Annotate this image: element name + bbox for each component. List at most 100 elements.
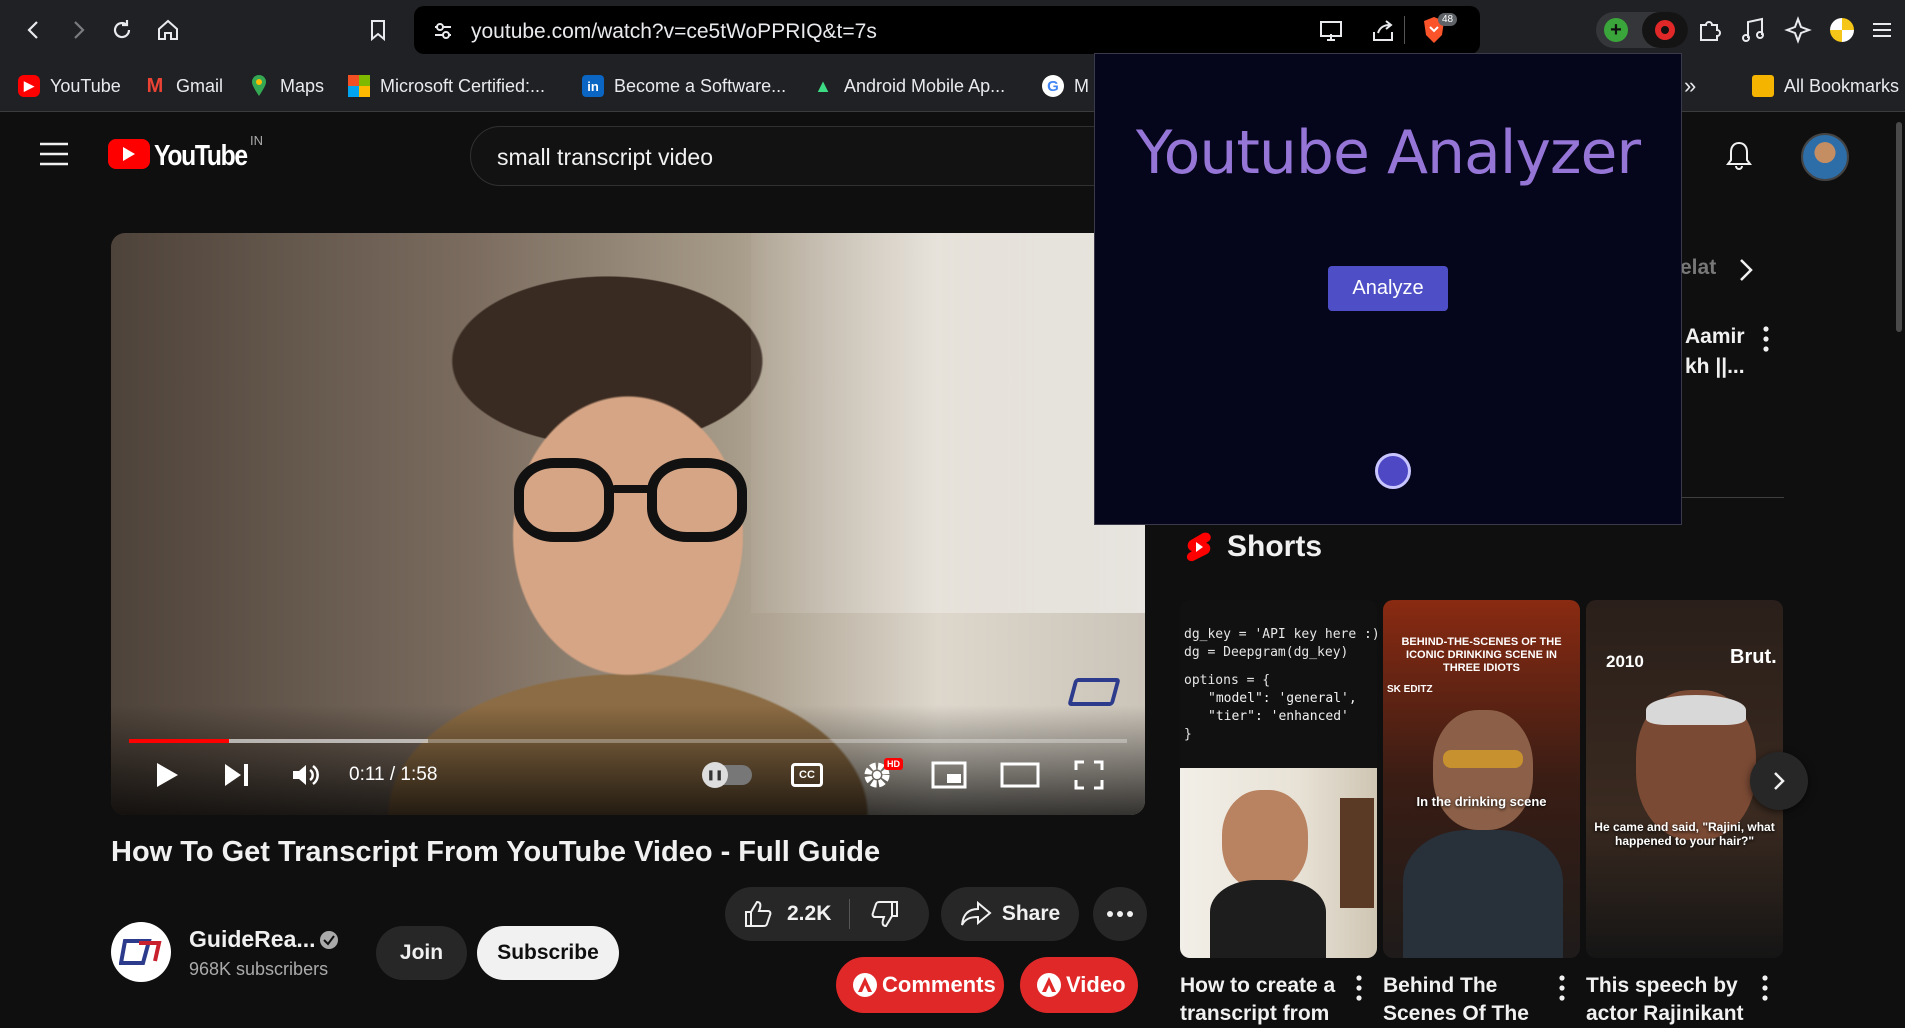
music-note-icon[interactable] [1740, 16, 1766, 44]
home-button[interactable] [152, 14, 184, 46]
short-tag: SK EDITZ [1387, 684, 1433, 695]
bookmarks-overflow-chevron-icon[interactable]: » [1684, 70, 1696, 102]
sidebar-video-title[interactable]: Aamir kh ||... [1685, 322, 1745, 382]
fullscreen-button[interactable] [1069, 755, 1109, 795]
plus-extension-icon[interactable]: + [1604, 18, 1628, 42]
volume-button[interactable] [287, 755, 327, 795]
controls-gradient [111, 705, 1145, 815]
captions-button[interactable]: CC [787, 755, 827, 795]
home-icon [158, 19, 178, 40]
dislike-button[interactable] [870, 899, 900, 929]
code-line: dg = Deepgram(dg_key) [1184, 645, 1349, 660]
progress-bar[interactable] [129, 739, 1127, 743]
like-dislike-group: 2.2K [725, 887, 929, 941]
short-title-line: transcript from [1180, 1002, 1330, 1025]
bookmark-youtube[interactable]: ▶ YouTube [18, 70, 121, 102]
sidebar-video-title-line: kh ||... [1685, 355, 1745, 378]
bookmark-microsoft[interactable]: Microsoft Certified:... [348, 70, 545, 102]
bookmark-google[interactable]: G M [1042, 70, 1089, 102]
reload-icon [113, 20, 131, 39]
autoplay-toggle[interactable]: ❚❚ [701, 755, 755, 795]
video-analyze-button[interactable]: Video [1020, 957, 1138, 1013]
bookmark-gmail[interactable]: M Gmail [144, 70, 223, 102]
cast-icon[interactable] [1318, 19, 1344, 43]
share-page-icon[interactable] [1370, 18, 1396, 44]
bookmark-label: M [1074, 75, 1089, 96]
channel-name[interactable]: GuideRea... [189, 926, 316, 953]
video-player[interactable]: 0:11 / 1:58 ❚❚ CC HD [111, 233, 1145, 815]
analyze-button[interactable]: Analyze [1328, 266, 1448, 311]
leo-ai-icon[interactable] [1784, 16, 1812, 44]
bookmark-linkedin[interactable]: in Become a Software... [582, 70, 786, 102]
all-bookmarks-button[interactable]: All Bookmarks [1752, 70, 1899, 102]
short-title[interactable]: How to create a transcript from [1180, 972, 1350, 1028]
next-button[interactable] [217, 755, 257, 795]
share-button[interactable]: Share [941, 887, 1079, 941]
person-hair [1646, 695, 1746, 725]
back-button[interactable] [18, 14, 50, 46]
person-hoodie [1210, 880, 1326, 958]
chevron-right-icon[interactable] [1735, 255, 1757, 285]
shorts-next-button[interactable] [1750, 752, 1808, 810]
sidebar-video-title-line: Aamir [1685, 325, 1745, 348]
more-vertical-icon[interactable] [1763, 326, 1769, 352]
miniplayer-button[interactable] [927, 755, 971, 795]
short-thumbnail[interactable]: dg_key = 'API key here :)' dg = Deepgram(… [1180, 600, 1377, 958]
bookmark-label: Maps [280, 75, 325, 96]
loading-spinner-icon [1375, 453, 1411, 489]
youtube-logo-text[interactable]: YouTube [154, 140, 248, 173]
skip-next-icon [225, 764, 248, 786]
short-title[interactable]: This speech by actor Rajinikant [1586, 972, 1756, 1028]
page-scrollbar[interactable] [1896, 122, 1902, 332]
share-label: Share [1001, 902, 1061, 925]
youtube-analyzer-extension-icon[interactable] [1642, 12, 1688, 48]
code-line: } [1184, 727, 1192, 742]
puzzle-extensions-icon[interactable] [1696, 16, 1724, 44]
menu-icon[interactable] [1870, 18, 1894, 42]
subscribe-button[interactable]: Subscribe [477, 926, 619, 980]
popup-title: Youtube Analyzer [1135, 118, 1641, 188]
short-title[interactable]: Behind The Scenes Of The [1383, 972, 1553, 1028]
search-query-text[interactable]: small transcript video [497, 144, 713, 171]
more-vertical-icon[interactable] [1559, 975, 1565, 1001]
channel-avatar[interactable] [111, 922, 171, 982]
join-button[interactable]: Join [376, 926, 467, 980]
hamburger-menu-icon[interactable] [40, 142, 68, 166]
gmail-icon: M [144, 75, 166, 97]
glasses-right-lens [647, 458, 747, 542]
wallet-icon[interactable] [1830, 18, 1854, 42]
youtube-logo-icon[interactable] [108, 139, 150, 169]
forward-button[interactable] [62, 14, 94, 46]
comments-analyze-button[interactable]: Comments [836, 957, 1004, 1013]
like-button[interactable]: 2.2K [743, 899, 831, 929]
play-button[interactable] [147, 755, 187, 795]
notifications-bell-icon[interactable] [1726, 140, 1752, 170]
bookmark-android[interactable]: ▲ Android Mobile Ap... [812, 70, 1005, 102]
theater-mode-icon [1000, 762, 1040, 788]
channel-watermark-icon[interactable] [1067, 678, 1121, 706]
reload-button[interactable] [106, 14, 138, 46]
more-vertical-icon[interactable] [1356, 975, 1362, 1001]
folder-icon [1752, 75, 1774, 97]
country-code: IN [250, 133, 263, 148]
maps-pin-icon [248, 75, 270, 97]
back-arrow-icon [27, 21, 38, 39]
code-snippet: dg_key = 'API key here :)' dg = Deepgram(… [1184, 626, 1377, 744]
user-avatar[interactable] [1801, 133, 1849, 181]
brut-brand-text: Brut. [1730, 646, 1777, 668]
microsoft-icon [348, 75, 370, 97]
short-caption: In the drinking scene [1416, 794, 1547, 809]
address-bar[interactable]: youtube.com/watch?v=ce5tWoPPRIQ&t=7s 48 [414, 6, 1480, 54]
filter-chip-related[interactable]: elat [1680, 256, 1716, 280]
video-title: How To Get Transcript From YouTube Video… [111, 836, 881, 868]
url-text[interactable]: youtube.com/watch?v=ce5tWoPPRIQ&t=7s [471, 20, 877, 44]
bookmark-page-button[interactable] [362, 14, 394, 46]
person-face [1433, 710, 1533, 830]
search-input[interactable]: small transcript video [470, 126, 1110, 186]
short-thumbnail[interactable]: BEHIND-THE-SCENES OF THE ICONIC DRINKING… [1383, 600, 1580, 958]
more-vertical-icon[interactable] [1762, 975, 1768, 1001]
theater-mode-button[interactable] [997, 755, 1043, 795]
linkedin-icon: in [582, 75, 604, 97]
more-actions-button[interactable] [1093, 887, 1147, 941]
bookmark-maps[interactable]: Maps [248, 70, 324, 102]
